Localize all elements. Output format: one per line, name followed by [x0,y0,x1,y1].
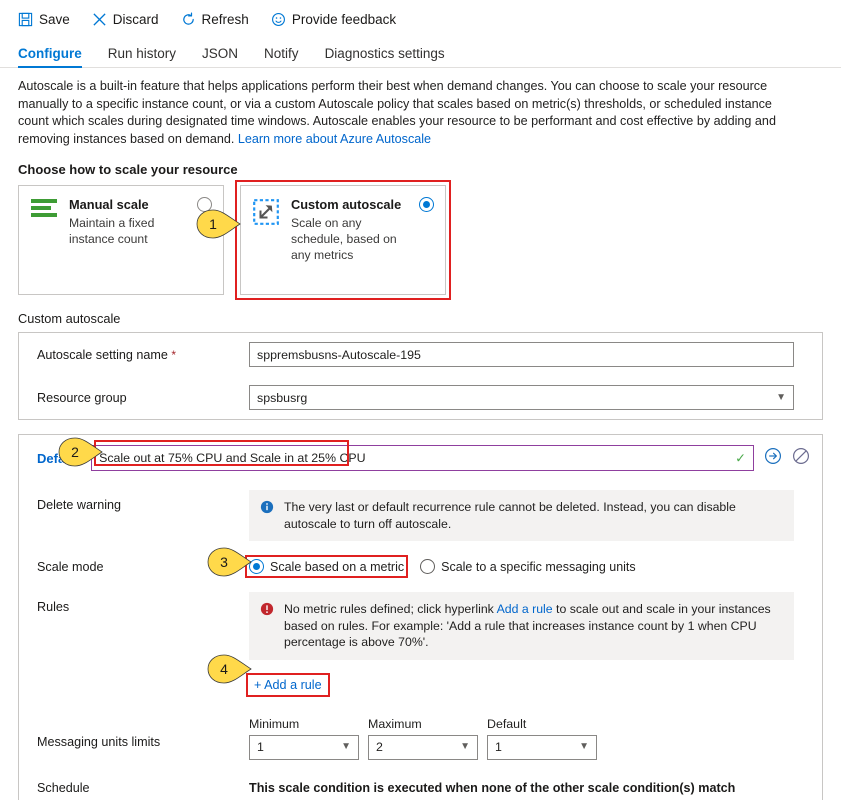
default-scale-condition-panel: Default ✓ Delete warning [18,434,823,800]
add-a-rule-button[interactable]: + Add a rule [246,672,330,697]
scale-option-manual-scale[interactable]: Manual scale Maintain a fixed instance c… [18,185,224,295]
refresh-button[interactable]: Refresh [181,12,249,27]
error-icon [260,601,275,651]
minimum-limit-select[interactable]: 1 ▼ [249,734,359,760]
tab-strip: Configure Run history JSON Notify Diagno… [0,38,841,68]
tab-run-history[interactable]: Run history [108,46,176,67]
minimum-limit-field: Minimum 1 ▼ [249,717,359,760]
rules-label: Rules [37,600,70,614]
delete-warning-banner: The very last or default recurrence rule… [249,490,794,541]
custom-autoscale-radio[interactable] [419,197,434,212]
maximum-limit-field: Maximum 2 ▼ [368,717,478,760]
refresh-label: Refresh [201,11,249,27]
chevron-down-icon: ▼ [776,391,786,403]
discard-icon [92,12,107,27]
manual-scale-subtitle: Maintain a fixed instance count [69,216,155,246]
scale-mode-metric-radio [249,559,264,574]
autoscale-configure-page: Save Discard Refresh Provide feedback Co… [0,0,841,800]
scale-mode-metric-label: Scale based on a metric [270,559,405,574]
default-rule-row: Default ✓ [19,435,822,481]
default-limit-header: Default [487,716,527,731]
delete-warning-row: Delete warning The very last or default … [19,481,822,550]
discard-label: Discard [112,11,159,27]
intro-paragraph: Autoscale is a built-in feature that hel… [0,68,812,148]
chevron-down-icon: ▼ [341,741,351,752]
custom-autoscale-settings-panel: Autoscale setting name * Resource group … [18,332,823,420]
default-rule-label: Default [37,450,82,466]
refresh-icon [181,12,196,27]
save-label: Save [39,11,70,27]
custom-autoscale-title: Custom autoscale [291,197,402,212]
autoscale-setting-name-row: Autoscale setting name * [19,333,822,376]
custom-autoscale-arrow-icon [253,197,281,294]
maximum-limit-select[interactable]: 2 ▼ [368,734,478,760]
tab-diagnostics-settings[interactable]: Diagnostics settings [325,46,445,67]
default-rule-name-input[interactable] [91,445,754,471]
learn-more-link[interactable]: Learn more about Azure Autoscale [238,132,431,146]
autoscale-setting-name-label: Autoscale setting name * [37,347,177,362]
default-limit-field: Default 1 ▼ [487,717,597,760]
scale-circle-arrow-icon[interactable] [764,447,782,470]
discard-button[interactable]: Discard [92,12,159,27]
maximum-limit-value: 2 [376,740,383,754]
minimum-limit-header: Minimum [249,716,300,731]
messaging-units-limits-label: Messaging units limits [37,734,161,749]
schedule-text: This scale condition is executed when no… [249,780,736,795]
default-limit-select[interactable]: 1 ▼ [487,734,597,760]
command-bar: Save Discard Refresh Provide feedback [0,0,841,38]
manual-scale-title: Manual scale [69,197,149,212]
save-button[interactable]: Save [18,12,70,27]
add-a-rule-inline-link[interactable]: Add a rule [497,602,553,616]
manual-scale-radio[interactable] [197,197,212,212]
required-asterisk: * [171,347,177,362]
scale-mode-radio-group: Scale based on a metric Scale to a speci… [244,555,794,578]
manual-scale-bars-icon [31,197,59,294]
resource-group-row: Resource group spsbusrg ▼ [19,376,822,419]
tab-notify[interactable]: Notify [264,46,299,67]
scale-mode-option-metric[interactable]: Scale based on a metric [244,555,409,578]
chevron-down-icon: ▼ [460,741,470,752]
schedule-row: Schedule This scale condition is execute… [19,769,822,800]
scale-mode-label: Scale mode [37,559,104,574]
feedback-label: Provide feedback [291,11,397,27]
messaging-units-limits-row: Messaging units limits Minimum 1 ▼ Maxim… [19,703,822,769]
delete-warning-text: The very last or default recurrence rule… [284,500,736,531]
resource-group-value: spsbusrg [257,390,308,405]
scale-mode-option-messaging-units[interactable]: Scale to a specific messaging units [420,559,636,574]
save-icon [18,12,33,27]
maximum-limit-header: Maximum [368,716,422,731]
autoscale-setting-name-input[interactable] [249,342,794,367]
choose-scale-heading: Choose how to scale your resource [18,162,238,177]
custom-autoscale-subtitle: Scale on any schedule, based on any metr… [291,216,397,262]
rules-error-text: No metric rules defined; click hyperlink… [284,601,783,651]
scale-option-cards: Manual scale Maintain a fixed instance c… [0,180,841,300]
schedule-label: Schedule [37,780,90,795]
disabled-no-entry-icon[interactable] [792,447,810,470]
delete-warning-label: Delete warning [37,498,122,512]
info-icon [260,499,275,532]
scale-mode-messaging-units-radio [420,559,436,574]
scale-mode-row: Scale mode Scale based on a metric Scale… [19,550,822,583]
tab-configure[interactable]: Configure [18,46,82,68]
scale-option-custom-autoscale[interactable]: Custom autoscale Scale on any schedule, … [235,180,451,300]
rules-error-banner: No metric rules defined; click hyperlink… [249,592,794,660]
messaging-units-limit-fields: Minimum 1 ▼ Maximum 2 ▼ Default 1 ▼ [249,717,794,760]
rules-row: Rules No metric rules defined; click hyp… [19,583,822,703]
scale-mode-messaging-units-label: Scale to a specific messaging units [441,559,636,574]
rules-error-text-before: No metric rules defined; click hyperlink [284,602,497,616]
minimum-limit-value: 1 [257,740,264,754]
provide-feedback-button[interactable]: Provide feedback [271,12,396,27]
tab-json[interactable]: JSON [202,46,238,67]
chevron-down-icon: ▼ [579,741,589,752]
default-limit-value: 1 [495,740,502,754]
feedback-icon [271,12,286,27]
resource-group-select[interactable]: spsbusrg ▼ [249,385,794,410]
custom-autoscale-panel-label: Custom autoscale [18,311,121,326]
resource-group-label: Resource group [37,390,127,405]
